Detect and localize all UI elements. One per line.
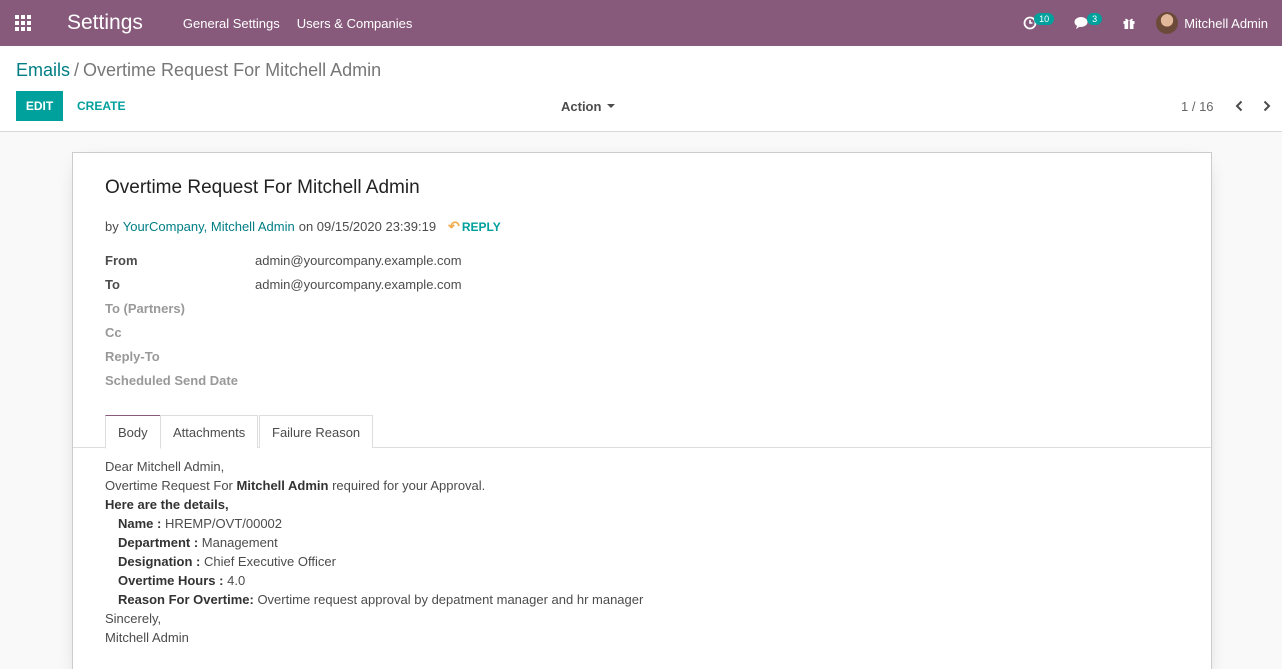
mail-byline: by YourCompany, Mitchell Admin on 09/15/…	[105, 218, 501, 235]
breadcrumb-separator: /	[74, 60, 80, 80]
field-label: Reply-To	[105, 349, 160, 364]
notebook-tabs: Body Attachments Failure Reason	[73, 415, 1211, 449]
detail-row: Overtime Hours : 4.0	[105, 571, 643, 590]
field-label: Scheduled Send Date	[105, 373, 238, 388]
tab-body[interactable]: Body	[105, 415, 161, 449]
field-label: From	[105, 253, 138, 268]
breadcrumb-emails-link[interactable]: Emails	[16, 60, 70, 80]
breadcrumb-current: Overtime Request For Mitchell Admin	[83, 60, 382, 80]
field-from: From admin@yourcompany.example.com	[105, 253, 462, 268]
details-heading: Here are the details,	[105, 497, 229, 512]
control-panel: Emails / Overtime Request For Mitchell Adm…	[0, 46, 1282, 132]
top-navbar: Settings General Settings Users & Compan…	[0, 0, 1282, 46]
field-value: admin@yourcompany.example.com	[255, 253, 462, 268]
detail-label: Name :	[118, 516, 162, 531]
mail-body: Dear Mitchell Admin, Overtime Request Fo…	[105, 457, 643, 647]
tab-failure-reason[interactable]: Failure Reason	[259, 415, 374, 448]
body-line-1: Overtime Request For Mitchell Admin requ…	[105, 476, 643, 495]
field-label: Cc	[105, 325, 122, 340]
pager-value[interactable]: 1 / 16	[1181, 91, 1214, 121]
field-to: To admin@yourcompany.example.com	[105, 277, 462, 292]
messages-count-badge: 3	[1087, 12, 1103, 25]
body-details-heading: Here are the details,	[105, 495, 643, 514]
menu-general-settings[interactable]: General Settings	[183, 16, 280, 31]
caret-down-icon	[607, 104, 616, 108]
detail-value: Management	[198, 535, 278, 550]
field-to-partners: To (Partners)	[105, 301, 255, 316]
user-name: Mitchell Admin	[1184, 15, 1268, 31]
breadcrumb: Emails / Overtime Request For Mitchell Adm…	[16, 60, 381, 81]
reply-icon: ↶	[448, 218, 460, 234]
activity-button[interactable]: 10	[1023, 12, 1055, 30]
field-reply-to: Reply-To	[105, 349, 255, 364]
detail-row: Reason For Overtime: Overtime request ap…	[105, 590, 643, 609]
mail-date: on 09/15/2020 23:39:19	[298, 219, 437, 234]
field-label: To	[105, 277, 120, 292]
field-label: To (Partners)	[105, 301, 185, 316]
gift-button[interactable]	[1122, 16, 1136, 30]
author-link[interactable]: YourCompany, Mitchell Admin	[123, 219, 295, 234]
detail-row: Designation : Chief Executive Officer	[105, 552, 643, 571]
pager-previous-button[interactable]	[1234, 91, 1244, 121]
reply-label: REPLY	[461, 219, 501, 234]
body-text: Overtime Request For	[105, 478, 237, 493]
field-scheduled-send-date: Scheduled Send Date	[105, 373, 285, 388]
detail-label: Overtime Hours :	[118, 573, 224, 588]
reply-button[interactable]: ↶ REPLY	[448, 218, 501, 235]
messaging-button[interactable]: 3	[1074, 12, 1103, 30]
edit-button[interactable]: EDIT	[16, 91, 63, 121]
detail-label: Designation :	[118, 554, 201, 569]
pager-next-button[interactable]	[1262, 91, 1272, 121]
byline-prefix: by	[105, 219, 119, 234]
apps-menu-icon[interactable]	[0, 0, 46, 46]
activity-count-badge: 10	[1034, 12, 1055, 25]
action-dropdown[interactable]: Action	[561, 91, 616, 121]
body-closing: Sincerely,	[105, 611, 162, 626]
field-cc: Cc	[105, 325, 255, 340]
field-value: admin@yourcompany.example.com	[255, 277, 462, 292]
detail-value: Overtime request approval by depatment m…	[253, 592, 644, 607]
body-text: required for your Approval.	[328, 478, 486, 493]
detail-label: Department :	[118, 535, 199, 550]
detail-value: HREMP/OVT/00002	[161, 516, 283, 531]
detail-value: 4.0	[223, 573, 246, 588]
detail-row: Department : Management	[105, 533, 643, 552]
gift-icon	[1123, 18, 1135, 29]
avatar	[1156, 12, 1179, 34]
systray: 10 3 Mitchell Admin	[1023, 0, 1282, 46]
detail-label: Reason For Overtime:	[118, 592, 254, 607]
user-menu[interactable]: Mitchell Admin	[1156, 12, 1282, 34]
body-greeting: Dear Mitchell Admin,	[105, 459, 225, 474]
chevron-right-icon	[1263, 100, 1271, 112]
detail-value: Chief Executive Officer	[200, 554, 336, 569]
body-employee-name: Mitchell Admin	[236, 478, 329, 493]
detail-row: Name : HREMP/OVT/00002	[105, 514, 643, 533]
mail-subject: Overtime Request For Mitchell Admin	[105, 177, 420, 198]
app-title: Settings	[67, 11, 143, 34]
chevron-left-icon	[1235, 100, 1243, 112]
action-dropdown-label: Action	[561, 98, 602, 114]
create-button[interactable]: CREATE	[77, 91, 125, 121]
tab-attachments[interactable]: Attachments	[160, 415, 259, 448]
form-sheet: Overtime Request For Mitchell Admin by Y…	[72, 152, 1212, 669]
body-signature: Mitchell Admin	[105, 630, 189, 645]
menu-users-companies[interactable]: Users & Companies	[297, 16, 413, 31]
